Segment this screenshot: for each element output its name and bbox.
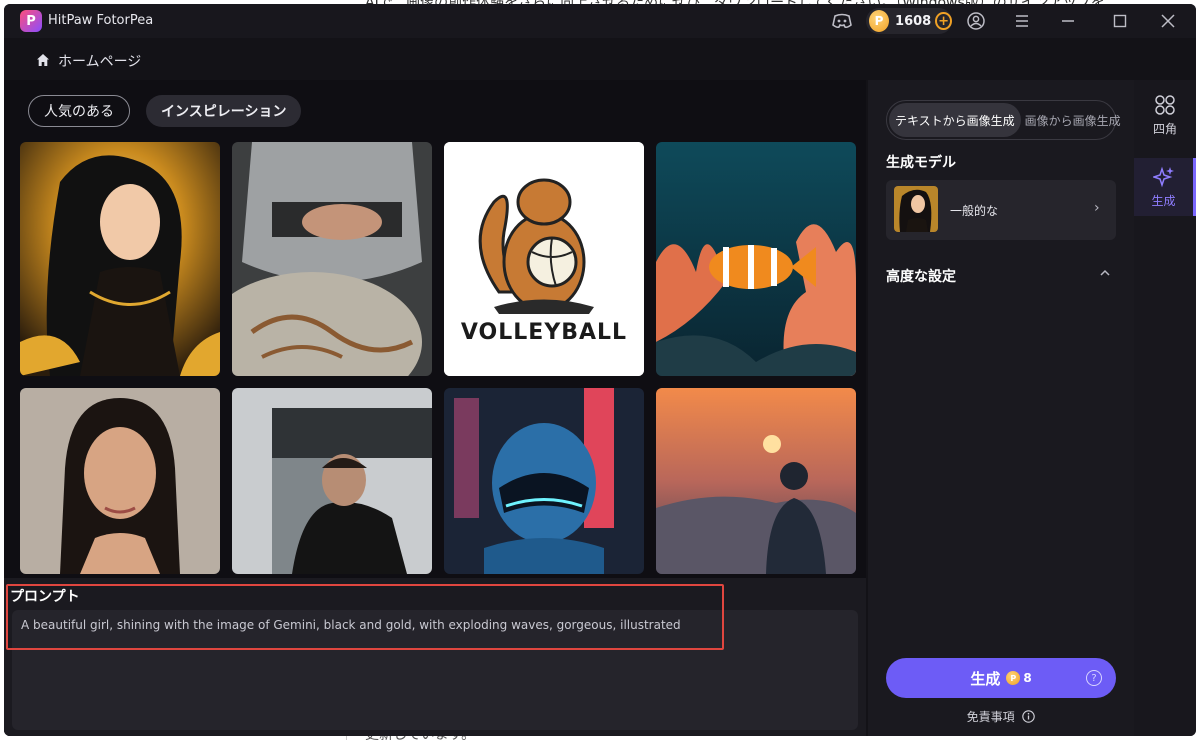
chevron-right-icon: › (1094, 200, 1100, 216)
minimize-icon[interactable] (1056, 9, 1080, 33)
generation-mode-switch: テキストから画像生成 画像から画像生成 (886, 100, 1121, 140)
generate-coin-icon: P (1006, 671, 1021, 685)
help-icon[interactable]: ? (1086, 670, 1102, 686)
breadcrumb: ホームページ (4, 38, 1134, 80)
prompt-title: プロンプト (10, 589, 80, 605)
tab-popular[interactable]: 人気のある (28, 95, 130, 127)
advanced-settings-title[interactable]: 高度な設定 (886, 266, 956, 286)
disclaimer-label: 免責事項 (966, 710, 1015, 724)
gallery-image-gemini-girl[interactable] (20, 142, 220, 376)
disclaimer-link[interactable]: 免責事項 (868, 708, 1134, 725)
sidebar-item-generate[interactable]: 生成 (1134, 158, 1196, 216)
model-section-title: 生成モデル (886, 155, 956, 171)
sparkle-icon (1152, 166, 1174, 187)
generate-cost: 8 (1023, 671, 1032, 685)
sidebar-label-grid: 四角 (1152, 121, 1177, 136)
mode-text-to-image[interactable]: テキストから画像生成 (889, 103, 1021, 137)
gallery-image-street-man[interactable] (232, 388, 432, 574)
prompt-panel: プロンプト A beautiful girl, shining with the… (4, 578, 866, 736)
app-title: HitPaw FotorPea (48, 13, 154, 28)
home-icon[interactable] (36, 53, 50, 67)
sidebar-item-grid[interactable]: 四角 (1134, 86, 1196, 144)
prompt-text[interactable]: A beautiful girl, shining with the image… (21, 618, 681, 632)
app-logo: P (20, 10, 42, 32)
coin-balance[interactable]: P 1608 + (866, 8, 952, 34)
menu-icon[interactable] (1010, 9, 1034, 33)
coin-count: 1608 (895, 13, 932, 29)
model-thumbnail (894, 186, 938, 232)
model-selector[interactable]: 一般的な › (886, 180, 1116, 240)
tool-sidebar: 四角 生成 (1134, 80, 1196, 736)
coin-icon: P (869, 10, 890, 32)
model-name: 一般的な (950, 204, 999, 218)
gallery-image-sunset-boy[interactable] (656, 388, 856, 574)
breadcrumb-home[interactable]: ホームページ (58, 51, 141, 71)
sidebar-label-generate: 生成 (1151, 193, 1176, 208)
generation-settings-panel: テキストから画像生成 画像から画像生成 生成モデル 一般的な › 高度な設定 生… (868, 80, 1134, 736)
close-icon[interactable] (1156, 9, 1180, 33)
info-icon (1022, 710, 1036, 723)
tab-inspiration[interactable]: インスピレーション (146, 95, 302, 127)
category-tabs: 人気のある インスピレーション (28, 95, 302, 127)
main-content: 人気のある インスピレーション VOLLEYBALL プロンプト A beaut… (4, 80, 866, 736)
maximize-icon[interactable] (1108, 9, 1132, 33)
mode-image-to-image[interactable]: 画像から画像生成 (1025, 112, 1121, 129)
prompt-input[interactable]: A beautiful girl, shining with the image… (12, 610, 858, 730)
volleyball-caption: VOLLEYBALL (460, 320, 628, 345)
chevron-up-icon[interactable] (1100, 266, 1110, 282)
gallery-image-clownfish[interactable] (656, 142, 856, 376)
generate-button[interactable]: 生成 P 8 ? (886, 658, 1116, 698)
gallery-image-cyber-robot[interactable] (444, 388, 644, 574)
generate-label: 生成 (970, 669, 1001, 688)
discord-icon[interactable] (830, 9, 854, 33)
grid-icon (1155, 94, 1175, 115)
app-window: P HitPaw FotorPea P 1608 + ホームページ 人気のある … (4, 4, 1196, 736)
title-bar: P HitPaw FotorPea P 1608 + (4, 4, 1196, 38)
add-coins-icon[interactable]: + (935, 12, 952, 30)
gallery-image-knight[interactable] (232, 142, 432, 376)
gallery-image-portrait-woman[interactable] (20, 388, 220, 574)
account-icon[interactable] (964, 9, 988, 33)
gallery-image-volleyball-squirrel[interactable]: VOLLEYBALL (444, 142, 644, 376)
inspiration-gallery: VOLLEYBALL (20, 142, 860, 574)
